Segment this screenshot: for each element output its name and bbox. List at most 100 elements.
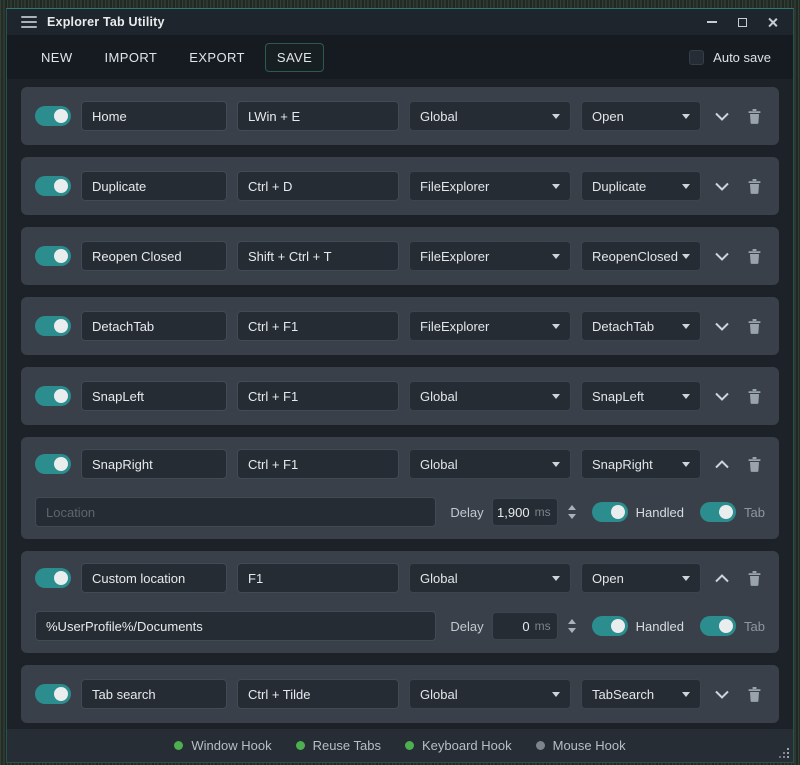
delete-row-button[interactable]	[743, 244, 765, 268]
row-name-input[interactable]	[81, 679, 227, 709]
row-name-input[interactable]	[81, 381, 227, 411]
row-scope-dropdown[interactable]: Global	[409, 381, 571, 411]
toggle-knob-icon	[611, 505, 625, 519]
scope-value: FileExplorer	[420, 179, 552, 194]
delete-row-button[interactable]	[743, 314, 765, 338]
row-hotkey-input[interactable]	[237, 679, 399, 709]
row-name-input[interactable]	[81, 101, 227, 131]
row-enabled-toggle[interactable]	[35, 454, 71, 474]
delete-row-button[interactable]	[743, 452, 765, 476]
expand-row-button[interactable]	[711, 104, 733, 128]
row-location-input[interactable]	[35, 611, 436, 641]
status-label: Window Hook	[191, 738, 271, 753]
spinner-down-icon[interactable]	[568, 628, 576, 633]
row-action-dropdown[interactable]: DetachTab	[581, 311, 701, 341]
delete-row-button[interactable]	[743, 566, 765, 590]
row-enabled-toggle[interactable]	[35, 386, 71, 406]
row-hotkey-input[interactable]	[237, 171, 399, 201]
row-name-input[interactable]	[81, 311, 227, 341]
row-enabled-toggle[interactable]	[35, 316, 71, 336]
hotkey-row-snap-left: Global SnapLeft	[21, 367, 779, 425]
dropdown-caret-icon	[682, 462, 690, 467]
spinner-up-icon[interactable]	[568, 619, 576, 624]
resize-grip-icon[interactable]	[777, 746, 790, 759]
delete-row-button[interactable]	[743, 384, 765, 408]
expand-row-button[interactable]	[711, 314, 733, 338]
row-name-input[interactable]	[81, 241, 227, 271]
row-enabled-toggle[interactable]	[35, 684, 71, 704]
handled-toggle[interactable]	[592, 616, 628, 636]
tab-toggle[interactable]	[700, 502, 736, 522]
row-hotkey-input[interactable]	[237, 563, 399, 593]
row-hotkey-input[interactable]	[237, 101, 399, 131]
dropdown-caret-icon	[682, 184, 690, 189]
scope-value: Global	[420, 457, 552, 472]
row-hotkey-input[interactable]	[237, 241, 399, 271]
row-enabled-toggle[interactable]	[35, 246, 71, 266]
hotkey-row-reopen-closed: FileExplorer ReopenClosed	[21, 227, 779, 285]
row-scope-dropdown[interactable]: Global	[409, 449, 571, 479]
delay-input[interactable]: 0 ms	[492, 612, 558, 640]
expand-row-button[interactable]	[711, 244, 733, 268]
row-scope-dropdown[interactable]: Global	[409, 563, 571, 593]
toggle-knob-icon	[54, 109, 68, 123]
row-name-input[interactable]	[81, 563, 227, 593]
chevron-down-icon	[715, 322, 729, 331]
row-hotkey-input[interactable]	[237, 311, 399, 341]
row-action-dropdown[interactable]: ReopenClosed	[581, 241, 701, 271]
import-button[interactable]: IMPORT	[93, 43, 170, 72]
save-button[interactable]: SAVE	[265, 43, 324, 72]
autosave-group: Auto save	[689, 50, 771, 65]
row-action-dropdown[interactable]: Open	[581, 563, 701, 593]
close-button[interactable]	[761, 13, 783, 31]
toggle-knob-icon	[54, 457, 68, 471]
hotkey-row-detach-tab: FileExplorer DetachTab	[21, 297, 779, 355]
row-scope-dropdown[interactable]: Global	[409, 679, 571, 709]
scope-value: Global	[420, 687, 552, 702]
autosave-checkbox[interactable]	[689, 50, 704, 65]
row-location-input[interactable]	[35, 497, 436, 527]
delete-row-button[interactable]	[743, 174, 765, 198]
row-name-input[interactable]	[81, 171, 227, 201]
trash-icon	[748, 571, 761, 586]
tab-toggle[interactable]	[700, 616, 736, 636]
handled-toggle[interactable]	[592, 502, 628, 522]
row-scope-dropdown[interactable]: FileExplorer	[409, 311, 571, 341]
export-button[interactable]: EXPORT	[177, 43, 257, 72]
row-action-dropdown[interactable]: SnapLeft	[581, 381, 701, 411]
row-scope-dropdown[interactable]: FileExplorer	[409, 171, 571, 201]
expand-row-button[interactable]	[711, 682, 733, 706]
row-action-dropdown[interactable]: Open	[581, 101, 701, 131]
row-name-input[interactable]	[81, 449, 227, 479]
collapse-row-button[interactable]	[711, 566, 733, 590]
row-action-dropdown[interactable]: Duplicate	[581, 171, 701, 201]
row-action-dropdown[interactable]: TabSearch	[581, 679, 701, 709]
row-enabled-toggle[interactable]	[35, 106, 71, 126]
hamburger-menu-icon[interactable]	[21, 16, 37, 28]
row-hotkey-input[interactable]	[237, 449, 399, 479]
expand-row-button[interactable]	[711, 384, 733, 408]
delete-row-button[interactable]	[743, 104, 765, 128]
row-enabled-toggle[interactable]	[35, 176, 71, 196]
delay-unit: ms	[535, 619, 551, 633]
maximize-button[interactable]	[731, 13, 753, 31]
expand-row-button[interactable]	[711, 174, 733, 198]
status-dot-icon	[296, 741, 305, 750]
delay-input[interactable]: 1,900 ms	[492, 498, 558, 526]
status-label: Keyboard Hook	[422, 738, 512, 753]
row-enabled-toggle[interactable]	[35, 568, 71, 588]
toggle-knob-icon	[54, 249, 68, 263]
row-scope-dropdown[interactable]: FileExplorer	[409, 241, 571, 271]
row-scope-dropdown[interactable]: Global	[409, 101, 571, 131]
toggle-knob-icon	[611, 619, 625, 633]
spinner-down-icon[interactable]	[568, 514, 576, 519]
new-button[interactable]: NEW	[29, 43, 85, 72]
minimize-button[interactable]	[701, 13, 723, 31]
delete-row-button[interactable]	[743, 682, 765, 706]
collapse-row-button[interactable]	[711, 452, 733, 476]
scope-value: Global	[420, 571, 552, 586]
spinner-up-icon[interactable]	[568, 505, 576, 510]
handled-label: Handled	[636, 505, 684, 520]
row-action-dropdown[interactable]: SnapRight	[581, 449, 701, 479]
row-hotkey-input[interactable]	[237, 381, 399, 411]
